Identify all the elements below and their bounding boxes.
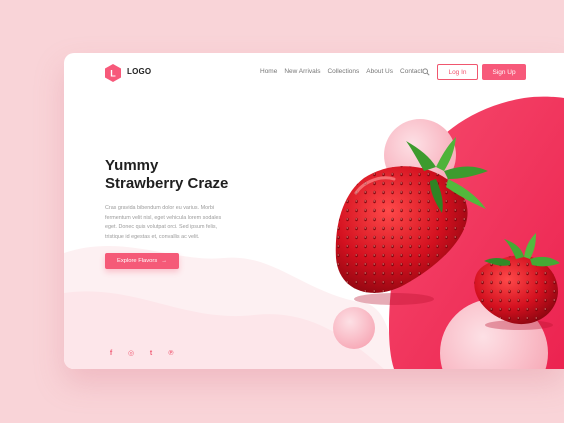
pinterest-icon[interactable]: ℗ — [167, 349, 175, 357]
nav-collections[interactable]: Collections — [327, 68, 359, 75]
explore-flavors-button[interactable]: Explore Flavors → — [105, 253, 179, 269]
facebook-icon[interactable]: f — [107, 349, 115, 357]
hero-title-line-2: Strawberry Craze — [105, 175, 229, 192]
logo-hexagon-icon[interactable]: L — [105, 64, 121, 82]
nav-home[interactable]: Home — [260, 68, 277, 75]
social-links: f ◎ t ℗ — [107, 349, 175, 358]
hero-title: Yummy Strawberry Craze — [105, 157, 228, 193]
main-nav: Home New Arrivals Collections About Us C… — [260, 68, 422, 75]
search-icon[interactable] — [422, 68, 430, 76]
cta-label: Explore Flavors — [116, 258, 158, 264]
signup-button[interactable]: Sign Up — [482, 64, 526, 80]
nav-about-us[interactable]: About Us — [366, 68, 393, 75]
landing-card: L LOGO Home New Arrivals Collections Abo… — [64, 53, 564, 369]
tumblr-icon[interactable]: t — [147, 349, 155, 357]
logo-text[interactable]: LOGO — [127, 67, 151, 76]
instagram-icon[interactable]: ◎ — [127, 349, 135, 357]
hero-title-line-1: Yummy — [105, 157, 159, 174]
svg-text:L: L — [110, 69, 116, 79]
hero-description: Cras gravida bibendum dolor eu varius. M… — [105, 205, 222, 240]
nav-new-arrivals[interactable]: New Arrivals — [284, 68, 320, 75]
arrow-right-icon: → — [161, 258, 168, 264]
login-button[interactable]: Log In — [437, 64, 478, 80]
nav-contact[interactable]: Contact — [400, 68, 422, 75]
